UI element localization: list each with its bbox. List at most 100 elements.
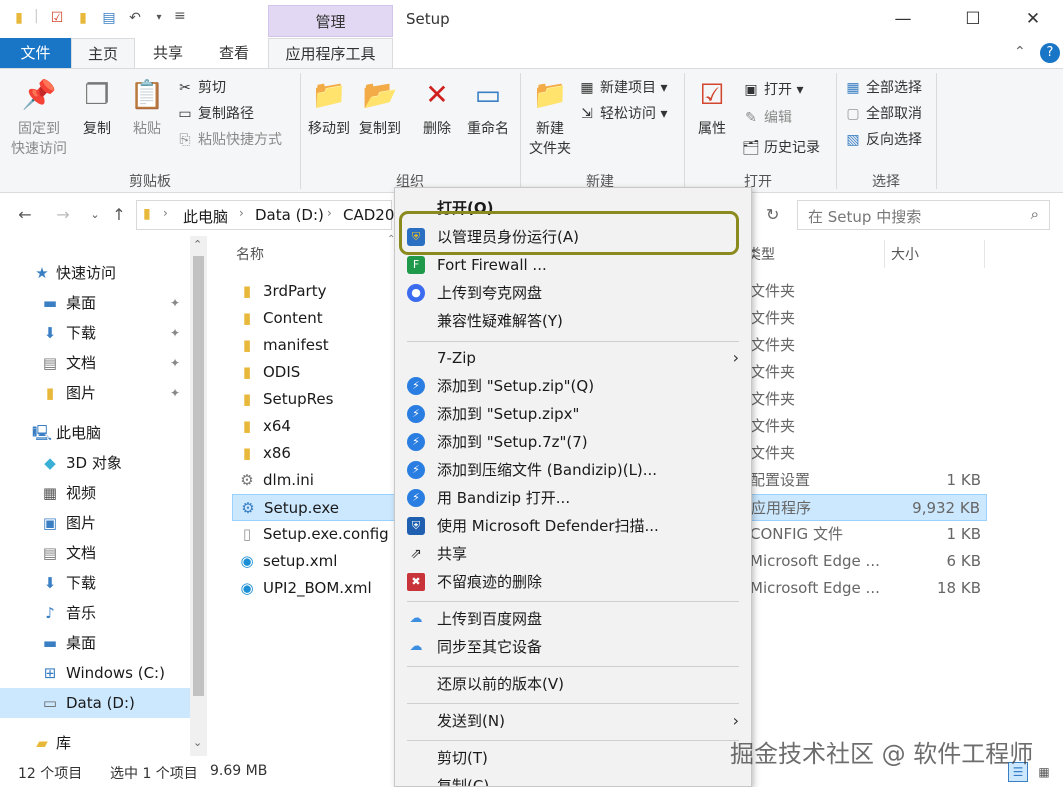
tab-file[interactable]: 文件	[0, 38, 71, 68]
menu-item-restore-versions[interactable]: 还原以前的版本(V)	[397, 670, 749, 698]
tab-view[interactable]: 查看	[206, 38, 262, 68]
menu-item-add-zip[interactable]: ⚡ 添加到 "Setup.zip"(Q)	[397, 372, 749, 400]
chevron-down-icon[interactable]: ▾	[150, 9, 168, 27]
scroll-down-icon[interactable]: ⌄	[193, 736, 202, 749]
copy-path-label: 复制路径	[198, 106, 254, 122]
menu-item-fort-firewall[interactable]: F Fort Firewall ...	[397, 251, 749, 279]
breadcrumb-cad[interactable]: CAD20	[343, 206, 394, 224]
open-button[interactable]: ▣ 打开 ▾	[742, 79, 803, 101]
back-arrow-icon[interactable]: ←	[12, 202, 38, 228]
search-input[interactable]: 在 Setup 中搜索 ⌕	[797, 200, 1050, 230]
sidebar-item-documents-pc[interactable]: ▤ 文档	[0, 538, 190, 568]
file-type: 文件夹	[750, 309, 796, 327]
scrollbar-thumb[interactable]	[193, 256, 204, 696]
close-button[interactable]: ✕	[1010, 0, 1056, 38]
breadcrumb-chevron-icon: ›	[239, 206, 244, 220]
menu-item-baidu-upload[interactable]: ☁ 上传到百度网盘	[397, 605, 749, 633]
select-none-button[interactable]: ▢ 全部取消	[844, 103, 922, 125]
clipboard-group-label: 剪贴板	[129, 174, 171, 190]
sidebar-scrollbar[interactable]: ⌃ ⌄	[190, 236, 207, 756]
move-to-button[interactable]: 📁 移动到	[304, 77, 354, 139]
paste-shortcut-button[interactable]: ⎘ 粘贴快捷方式	[176, 129, 282, 151]
sidebar-item-desktop[interactable]: ▬ 桌面 ✦	[0, 288, 190, 318]
sidebar-item-desktop-pc[interactable]: ▬ 桌面	[0, 628, 190, 658]
sidebar-item-label: 图片	[66, 384, 97, 402]
manage-context-header[interactable]: 管理	[268, 5, 393, 37]
file-name: setup.xml	[263, 552, 338, 570]
help-icon[interactable]: ?	[1040, 43, 1060, 63]
menu-item-share[interactable]: ⇗ 共享	[397, 540, 749, 568]
select-all-button[interactable]: ▦ 全部选择	[844, 77, 922, 99]
paste-button[interactable]: 📋 粘贴	[126, 77, 168, 139]
menu-item-sync-devices[interactable]: ☁ 同步至其它设备	[397, 633, 749, 661]
tab-share[interactable]: 共享	[140, 38, 196, 68]
undo-icon[interactable]: ↶	[126, 9, 144, 27]
rename-icon[interactable]: ▤	[100, 9, 118, 27]
pin-quick-access-button[interactable]: 📌 固定到 快速访问	[8, 77, 70, 159]
sidebar-item-libraries[interactable]: ▰ 库	[0, 728, 190, 758]
edge-icon: ◉	[240, 579, 254, 597]
tab-app-tools[interactable]: 应用程序工具	[268, 38, 393, 68]
menu-item-copy[interactable]: 复制(C)	[397, 772, 749, 786]
sidebar-item-music[interactable]: ♪ 音乐	[0, 598, 190, 628]
breadcrumb-this-pc[interactable]: 此电脑	[183, 206, 228, 227]
maximize-button[interactable]: ☐	[950, 0, 996, 38]
cut-button[interactable]: ✂ 剪切	[176, 77, 226, 99]
menu-item-quark-upload[interactable]: ● 上传到夸克网盘	[397, 279, 749, 307]
collapse-ribbon-icon[interactable]: ⌃	[1014, 44, 1026, 60]
properties-button[interactable]: ☑ 属性	[690, 77, 734, 139]
sidebar-item-pictures-pc[interactable]: ▣ 图片	[0, 508, 190, 538]
menu-item-add-archive[interactable]: ⚡ 添加到压缩文件 (Bandizip)(L)...	[397, 456, 749, 484]
new-item-label: 新建项目	[600, 80, 656, 96]
sidebar-item-pictures[interactable]: ▮ 图片 ✦	[0, 378, 190, 408]
menu-item-compat-troubleshoot[interactable]: 兼容性疑难解答(Y)	[397, 307, 749, 335]
sidebar-item-this-pc[interactable]: 🖳 此电脑	[0, 418, 190, 448]
copy-button[interactable]: ❐ 复制	[76, 77, 118, 139]
large-icons-view-icon[interactable]: ▦	[1034, 762, 1054, 782]
new-folder-button[interactable]: 📁 新建 文件夹	[524, 77, 576, 159]
pin-icon: ✦	[170, 386, 181, 400]
recent-chevron-icon[interactable]: ⌄	[82, 202, 108, 228]
properties-check-icon[interactable]: ☑	[48, 9, 66, 27]
delete-button[interactable]: ✕ 删除	[416, 77, 458, 139]
menu-item-7zip[interactable]: 7-Zip ›	[397, 344, 749, 372]
menu-item-secure-delete[interactable]: ✖ 不留痕迹的删除	[397, 568, 749, 596]
library-icon: ▰	[36, 734, 48, 752]
sidebar-item-downloads-pc[interactable]: ⬇ 下载	[0, 568, 190, 598]
up-arrow-icon[interactable]: ↑	[106, 202, 132, 228]
address-bar[interactable]: ▮ › 此电脑 › Data (D:) › CAD20	[136, 200, 394, 230]
easy-access-button[interactable]: ⇲ 轻松访问 ▾	[578, 103, 667, 125]
forward-arrow-icon[interactable]: →	[50, 202, 76, 228]
customize-toolbar-icon[interactable]: ≡	[174, 8, 186, 24]
scroll-up-icon[interactable]: ⌃	[193, 238, 202, 251]
sidebar-item-windows-c[interactable]: ⊞ Windows (C:)	[0, 658, 190, 688]
new-item-button[interactable]: ▦ 新建项目 ▾	[578, 77, 667, 99]
breadcrumb-data-d[interactable]: Data (D:)	[255, 206, 324, 224]
menu-item-send-to[interactable]: 发送到(N) ›	[397, 707, 749, 735]
menu-item-add-7z[interactable]: ⚡ 添加到 "Setup.7z"(7)	[397, 428, 749, 456]
tab-home[interactable]: 主页	[71, 38, 135, 68]
rename-button[interactable]: ▭ 重命名	[462, 77, 514, 139]
menu-item-cut[interactable]: 剪切(T)	[397, 744, 749, 772]
menu-item-add-zipx[interactable]: ⚡ 添加到 "Setup.zipx"	[397, 400, 749, 428]
sidebar-item-label: 图片	[66, 514, 97, 532]
sidebar-item-data-d[interactable]: ▭ Data (D:)	[0, 688, 190, 718]
new-folder-icon[interactable]: ▮	[74, 9, 92, 27]
copy-path-button[interactable]: ▭ 复制路径	[176, 103, 254, 125]
column-header-size[interactable]: 大小	[891, 244, 919, 264]
column-header-name[interactable]: 名称	[236, 244, 264, 264]
minimize-button[interactable]: —	[880, 0, 926, 38]
history-button[interactable]: 🗂 历史记录	[742, 137, 820, 159]
sidebar-item-downloads[interactable]: ⬇ 下载 ✦	[0, 318, 190, 348]
refresh-icon[interactable]: ↻	[766, 205, 779, 224]
sidebar-item-3d-objects[interactable]: ◆ 3D 对象	[0, 448, 190, 478]
desktop-icon: ▬	[42, 294, 58, 312]
sidebar-item-documents[interactable]: ▤ 文档 ✦	[0, 348, 190, 378]
copy-to-button[interactable]: 📂 复制到	[354, 77, 406, 139]
invert-selection-button[interactable]: ▧ 反向选择	[844, 129, 922, 151]
sidebar-item-quick-access[interactable]: ★ 快速访问	[0, 258, 190, 288]
menu-item-defender-scan[interactable]: ⛨ 使用 Microsoft Defender扫描...	[397, 512, 749, 540]
sidebar-item-videos[interactable]: ▦ 视频	[0, 478, 190, 508]
menu-item-open-bandizip[interactable]: ⚡ 用 Bandizip 打开...	[397, 484, 749, 512]
edit-button[interactable]: ✎ 编辑	[742, 107, 792, 129]
